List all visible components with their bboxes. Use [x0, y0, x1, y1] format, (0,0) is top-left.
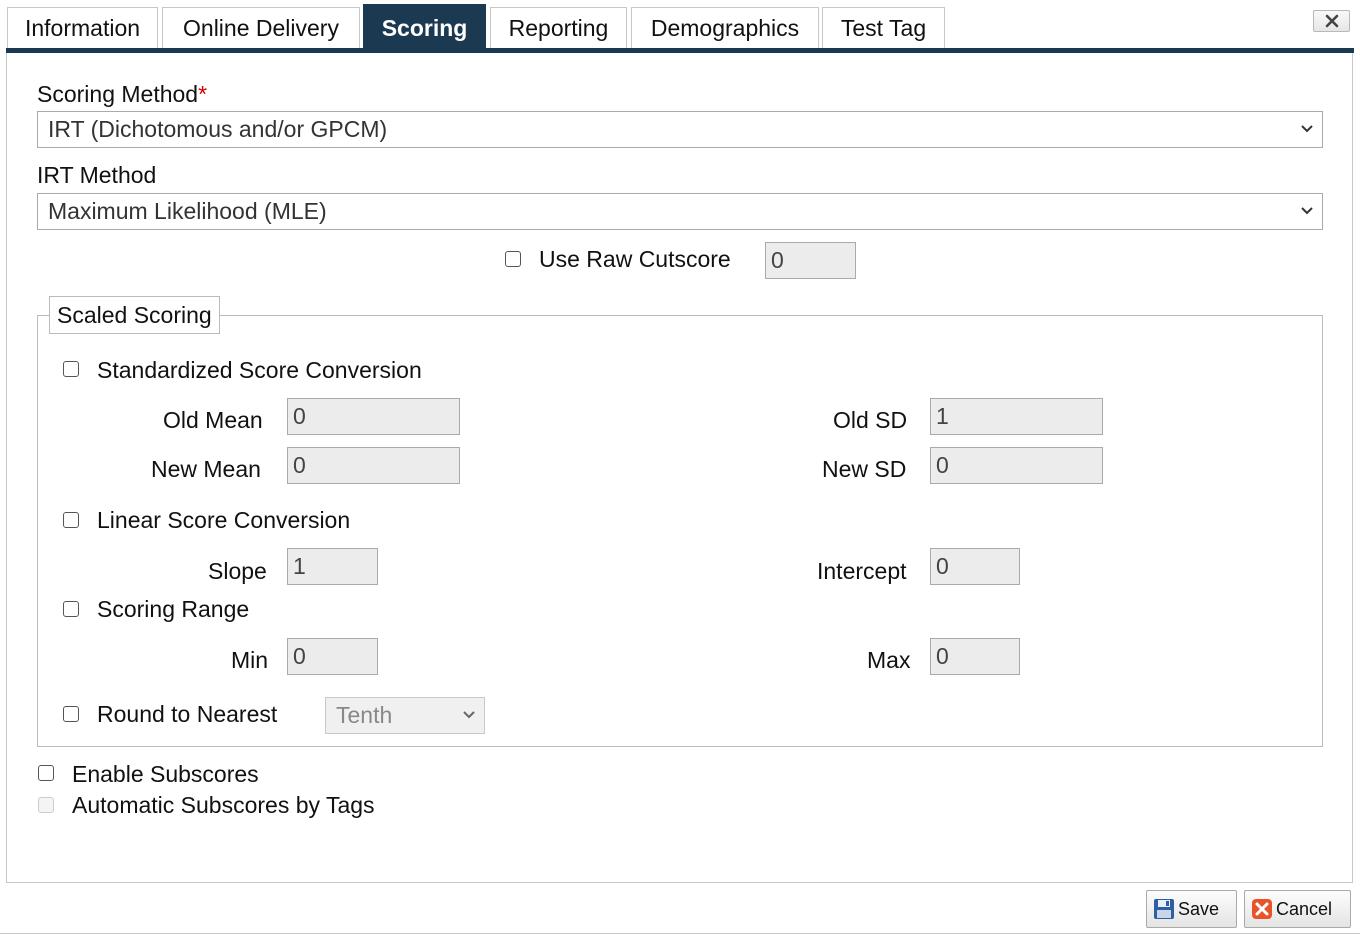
intercept-label: Intercept: [817, 558, 907, 584]
tab-scoring[interactable]: Scoring: [363, 4, 486, 50]
scoring-method-label: Scoring Method*: [37, 81, 208, 107]
linear-conversion-label: Linear Score Conversion: [97, 507, 351, 533]
tab-information[interactable]: Information: [7, 7, 158, 48]
round-to-nearest-label: Round to Nearest: [97, 701, 278, 727]
min-label: Min: [231, 647, 269, 673]
scoring-method-value: IRT (Dichotomous and/or GPCM): [48, 116, 388, 142]
cancel-button-label: Cancel: [1276, 898, 1333, 919]
irt-method-select[interactable]: Maximum Likelihood (MLE): [37, 193, 1323, 230]
automatic-subscores-checkbox[interactable]: [38, 797, 54, 813]
automatic-subscores-label: Automatic Subscores by Tags: [72, 792, 375, 818]
slope-input[interactable]: 1: [287, 548, 378, 585]
use-raw-cutscore-checkbox[interactable]: [505, 251, 521, 267]
min-input[interactable]: 0: [287, 638, 378, 675]
tab-test-tag[interactable]: Test Tag: [822, 7, 945, 48]
save-button-label: Save: [1178, 898, 1220, 919]
old-sd-input[interactable]: 1: [930, 398, 1103, 435]
tab-online-delivery[interactable]: Online Delivery: [162, 7, 360, 48]
raw-cutscore-input[interactable]: 0: [765, 242, 856, 279]
round-to-nearest-select[interactable]: Tenth: [325, 697, 485, 734]
standardized-conversion-label: Standardized Score Conversion: [97, 357, 422, 383]
chevron-down-icon: [1301, 207, 1313, 215]
enable-subscores-label: Enable Subscores: [72, 761, 259, 787]
irt-method-value: Maximum Likelihood (MLE): [48, 198, 327, 224]
chevron-down-icon: [1301, 125, 1313, 133]
scoring-range-checkbox[interactable]: [63, 601, 79, 617]
new-mean-input[interactable]: 0: [287, 447, 460, 484]
new-mean-label: New Mean: [151, 456, 261, 482]
max-input[interactable]: 0: [930, 638, 1020, 675]
old-mean-input[interactable]: 0: [287, 398, 460, 435]
enable-subscores-checkbox[interactable]: [38, 765, 54, 781]
new-sd-label: New SD: [822, 456, 907, 482]
cancel-button[interactable]: Cancel: [1244, 890, 1351, 928]
tab-demographics[interactable]: Demographics: [631, 7, 819, 48]
chevron-down-icon: [463, 711, 475, 719]
old-sd-label: Old SD: [833, 407, 908, 433]
old-mean-label: Old Mean: [163, 407, 263, 433]
close-button[interactable]: [1313, 10, 1350, 32]
save-button[interactable]: Save: [1146, 890, 1237, 928]
close-icon: [1325, 14, 1338, 28]
round-to-nearest-checkbox[interactable]: [63, 706, 79, 722]
intercept-input[interactable]: 0: [930, 548, 1020, 585]
use-raw-cutscore-label: Use Raw Cutscore: [539, 246, 731, 272]
slope-label: Slope: [208, 558, 267, 584]
standardized-conversion-checkbox[interactable]: [63, 361, 79, 377]
round-to-nearest-value: Tenth: [336, 702, 393, 728]
scaled-scoring-legend: Scaled Scoring: [49, 296, 220, 334]
floppy-disk-icon: [1154, 899, 1174, 919]
cancel-x-icon: [1252, 899, 1272, 919]
irt-method-label: IRT Method: [37, 162, 157, 188]
linear-conversion-checkbox[interactable]: [63, 512, 79, 528]
required-mark: *: [198, 81, 208, 107]
max-label: Max: [867, 647, 911, 673]
scoring-range-label: Scoring Range: [97, 596, 250, 622]
dialog-bottom-border: [0, 933, 1360, 934]
tab-reporting[interactable]: Reporting: [490, 7, 627, 48]
scoring-method-select[interactable]: IRT (Dichotomous and/or GPCM): [37, 111, 1323, 148]
new-sd-input[interactable]: 0: [930, 447, 1103, 484]
